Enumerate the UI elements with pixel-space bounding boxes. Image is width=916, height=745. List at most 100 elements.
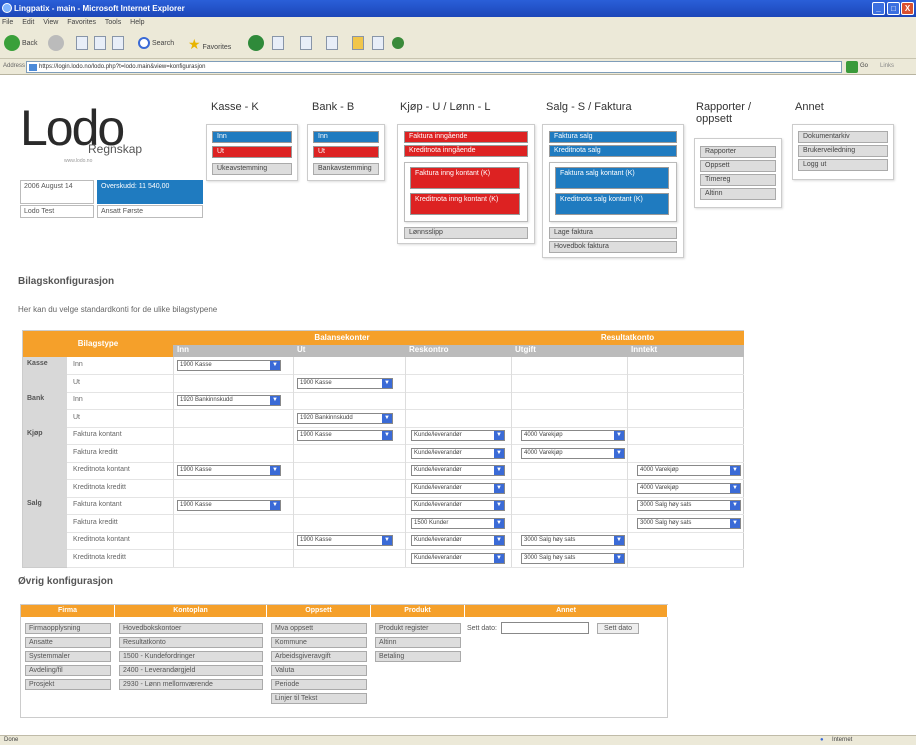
- stop-button[interactable]: [76, 35, 88, 53]
- ovrig-link-button[interactable]: 1500 - Kundefordringer: [119, 651, 263, 662]
- browser-toolbar: Back Search ★ Favorites: [0, 29, 916, 59]
- ovrig-link-button[interactable]: 2930 - Lønn mellomværende: [119, 679, 263, 690]
- account-select-resk[interactable]: 1500 Kunder ▼: [411, 517, 505, 529]
- menu-edit[interactable]: Edit: [22, 19, 34, 26]
- kreditnota-salg-button[interactable]: Kreditnota salg: [549, 145, 677, 157]
- address-input[interactable]: https://login.lodo.no/lodo.php?t=lodo.ma…: [26, 61, 842, 73]
- menu-favorites[interactable]: Favorites: [67, 19, 96, 26]
- account-select-utg[interactable]: 4000 Varekjøp ▼: [521, 447, 625, 459]
- back-button[interactable]: Back: [4, 35, 38, 53]
- forward-button[interactable]: [48, 35, 64, 53]
- altinn-button[interactable]: Altinn: [700, 188, 776, 200]
- account-select-innt[interactable]: 4000 Varekjøp ▼: [637, 465, 741, 476]
- search-button[interactable]: Search: [138, 35, 174, 53]
- menu-file[interactable]: File: [2, 19, 13, 26]
- favorites-button[interactable]: ★ Favorites: [188, 35, 231, 53]
- menu-tools[interactable]: Tools: [105, 19, 121, 26]
- folder-button[interactable]: [352, 35, 364, 53]
- kreditnota-salg-kontant-button[interactable]: Kreditnota salg kontant (K): [555, 193, 669, 215]
- account-select-inn[interactable]: 1900 Kasse ▼: [177, 360, 281, 371]
- ovrig-link-button[interactable]: 2400 - Leverandørgjeld: [119, 665, 263, 676]
- account-select-innt[interactable]: 3000 Salg høy sats ▼: [637, 517, 741, 529]
- account-select-ut[interactable]: 1900 Kasse ▼: [297, 535, 393, 546]
- ovrig-link-button[interactable]: Altinn: [375, 637, 461, 648]
- kasse-inn-button[interactable]: Inn: [212, 131, 292, 143]
- account-select-ut[interactable]: 1900 Kasse ▼: [297, 377, 393, 389]
- account-select-resk[interactable]: Kunde/leverandør ▼: [411, 500, 505, 511]
- account-select-innt[interactable]: 3000 Salg høy sats ▼: [637, 500, 741, 511]
- ovrig-link-button[interactable]: Hovedbokskontoer: [119, 623, 263, 634]
- account-select-resk[interactable]: Kunde/leverandør ▼: [411, 552, 505, 564]
- print-button[interactable]: [326, 35, 338, 53]
- lage-faktura-button[interactable]: Lage faktura: [549, 227, 677, 239]
- account-select-resk[interactable]: Kunde/leverandør ▼: [411, 482, 505, 494]
- account-select-utg[interactable]: 3000 Salg høy sats ▼: [521, 552, 625, 564]
- bank-inn-button[interactable]: Inn: [313, 131, 379, 143]
- lonnsslipp-button[interactable]: Lønnsslipp: [404, 227, 528, 239]
- ovrig-link-button[interactable]: Prosjekt: [25, 679, 111, 690]
- kreditnota-inng-kontant-button[interactable]: Kreditnota inng kontant (K): [410, 193, 520, 215]
- ovrig-link-button[interactable]: Valuta: [271, 665, 367, 676]
- kasse-ukeavstemming-button[interactable]: Ukeavstemming: [212, 163, 292, 175]
- dokumentarkiv-button[interactable]: Dokumentarkiv: [798, 131, 888, 143]
- ovrig-link-button[interactable]: Ansatte: [25, 637, 111, 648]
- set-date-button[interactable]: Sett dato: [597, 623, 639, 634]
- account-select-inn[interactable]: 1920 Bankinnskudd ▼: [177, 395, 281, 406]
- go-button[interactable]: Go: [860, 63, 868, 69]
- maximize-button[interactable]: □: [887, 2, 900, 15]
- account-select-inn[interactable]: 1900 Kasse ▼: [177, 500, 281, 511]
- ovrig-link-button[interactable]: Kommune: [271, 637, 367, 648]
- discuss-button[interactable]: [372, 35, 384, 53]
- messenger-button[interactable]: [392, 35, 404, 53]
- media-button[interactable]: [248, 35, 264, 53]
- brukerveiledning-button[interactable]: Brukerveiledning: [798, 145, 888, 157]
- menu-help[interactable]: Help: [130, 19, 144, 26]
- kasse-ut-button[interactable]: Ut: [212, 146, 292, 158]
- date-input[interactable]: [501, 622, 589, 634]
- menubar: File Edit View Favorites Tools Help: [0, 17, 916, 29]
- hovedbok-faktura-button[interactable]: Hovedbok faktura: [549, 241, 677, 253]
- account-select-resk[interactable]: Kunde/leverandør ▼: [411, 447, 505, 459]
- ovrig-link-button[interactable]: Produkt register: [375, 623, 461, 634]
- account-select-ut[interactable]: 1900 Kasse ▼: [297, 430, 393, 441]
- close-button[interactable]: X: [901, 2, 914, 15]
- ovrig-link-button[interactable]: Avdeling/fil: [25, 665, 111, 676]
- account-select-innt[interactable]: 4000 Varekjøp ▼: [637, 482, 741, 494]
- refresh-button[interactable]: [94, 35, 106, 53]
- mail-button[interactable]: [300, 35, 312, 53]
- bank-ut-button[interactable]: Ut: [313, 146, 379, 158]
- rapporter-button[interactable]: Rapporter: [700, 146, 776, 158]
- account-select-utg[interactable]: 3000 Salg høy sats ▼: [521, 535, 625, 546]
- ovrig-link-button[interactable]: Resultatkonto: [119, 637, 263, 648]
- faktura-inng-kontant-button[interactable]: Faktura inng kontant (K): [410, 167, 520, 189]
- ovrig-link-button[interactable]: Periode: [271, 679, 367, 690]
- ovrig-link-button[interactable]: Systemmaler: [25, 651, 111, 662]
- account-select-resk[interactable]: Kunde/leverandør ▼: [411, 535, 505, 546]
- ovrig-link-button[interactable]: Betaling: [375, 651, 461, 662]
- ovrig-link-button[interactable]: Arbeidsgiveravgift: [271, 651, 367, 662]
- account-select-resk[interactable]: Kunde/leverandør ▼: [411, 430, 505, 441]
- menu-view[interactable]: View: [43, 19, 58, 26]
- account-select-ut[interactable]: 1920 Bankinnskudd ▼: [297, 412, 393, 424]
- faktura-salg-kontant-button[interactable]: Faktura salg kontant (K): [555, 167, 669, 189]
- bank-avstemming-button[interactable]: Bankavstemming: [313, 163, 379, 175]
- account-select-utg[interactable]: 4000 Varekjøp ▼: [521, 430, 625, 441]
- faktura-inngaende-button[interactable]: Faktura inngående: [404, 131, 528, 143]
- home-button[interactable]: [112, 35, 124, 53]
- bilagstype-label: Faktura kreditt: [73, 448, 118, 456]
- logg-ut-button[interactable]: Logg ut: [798, 159, 888, 171]
- faktura-salg-button[interactable]: Faktura salg: [549, 131, 677, 143]
- minimize-button[interactable]: _: [872, 2, 885, 15]
- history-button[interactable]: [272, 35, 284, 53]
- ovrig-link-button[interactable]: Linjer til Tekst: [271, 693, 367, 704]
- account-select-inn[interactable]: 1900 Kasse ▼: [177, 465, 281, 476]
- lodo-logo[interactable]: Lodo Regnskap www.lodo.no: [20, 100, 180, 170]
- timereg-button[interactable]: Timereg: [700, 174, 776, 186]
- links-label[interactable]: Links: [880, 63, 894, 69]
- go-arrow-icon[interactable]: [846, 61, 858, 73]
- ovrig-link-button[interactable]: Mva oppsett: [271, 623, 367, 634]
- account-select-resk[interactable]: Kunde/leverandør ▼: [411, 465, 505, 476]
- ovrig-link-button[interactable]: Firmaopplysning: [25, 623, 111, 634]
- oppsett-button[interactable]: Oppsett: [700, 160, 776, 172]
- kreditnota-inngaende-button[interactable]: Kreditnota inngående: [404, 145, 528, 157]
